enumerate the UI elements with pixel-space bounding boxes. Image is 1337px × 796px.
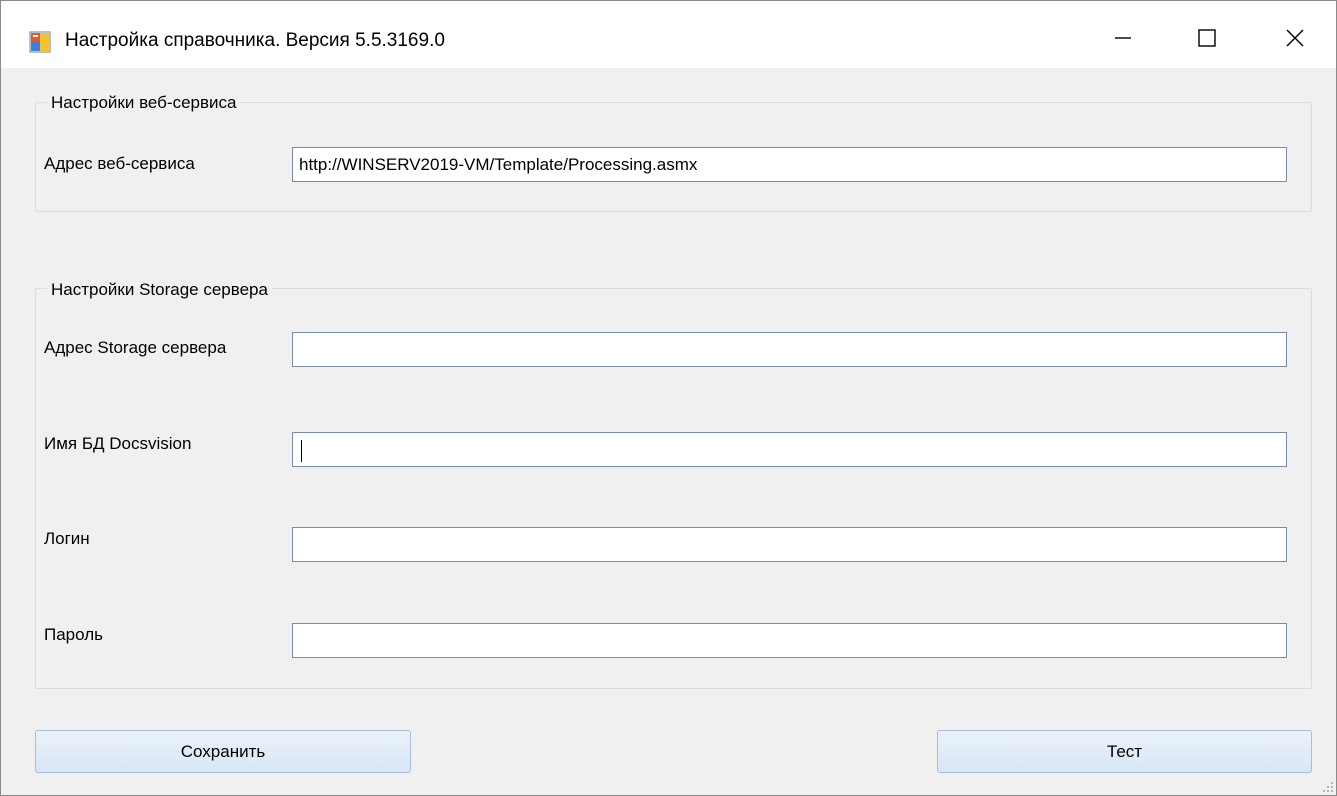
minimize-button[interactable] [1077, 9, 1169, 66]
db-name-label: Имя БД Docsvision [44, 434, 192, 453]
close-button[interactable] [1249, 9, 1336, 66]
storage-server-label: Адрес Storage сервера [44, 338, 227, 357]
password-label: Пароль [44, 625, 103, 644]
login-input[interactable] [292, 527, 1287, 562]
test-button[interactable]: Тест [937, 730, 1312, 773]
password-input[interactable] [292, 623, 1287, 658]
minimize-icon [1115, 36, 1131, 39]
login-label: Логин [44, 529, 90, 548]
db-name-input[interactable] [292, 432, 1287, 467]
window-title: Настройка справочника. Версия 5.5.3169.0 [65, 30, 445, 51]
app-form-icon [29, 31, 51, 53]
text-caret [301, 440, 302, 462]
storage-server-input[interactable] [292, 332, 1287, 367]
settings-window: Настройка справочника. Версия 5.5.3169.0… [0, 0, 1337, 796]
title-bar[interactable]: Настройка справочника. Версия 5.5.3169.0 [1, 1, 1336, 68]
resize-grip-icon[interactable] [1322, 781, 1334, 793]
webservice-address-label: Адрес веб-сервиса [44, 154, 195, 173]
close-icon [1286, 29, 1304, 46]
maximize-button[interactable] [1161, 9, 1253, 66]
save-button[interactable]: Сохранить [35, 730, 411, 773]
webservice-address-input[interactable] [292, 147, 1287, 182]
webservice-group-legend: Настройки веб-сервиса [47, 93, 241, 113]
maximize-icon [1198, 28, 1216, 47]
storage-group-legend: Настройки Storage сервера [47, 280, 272, 300]
